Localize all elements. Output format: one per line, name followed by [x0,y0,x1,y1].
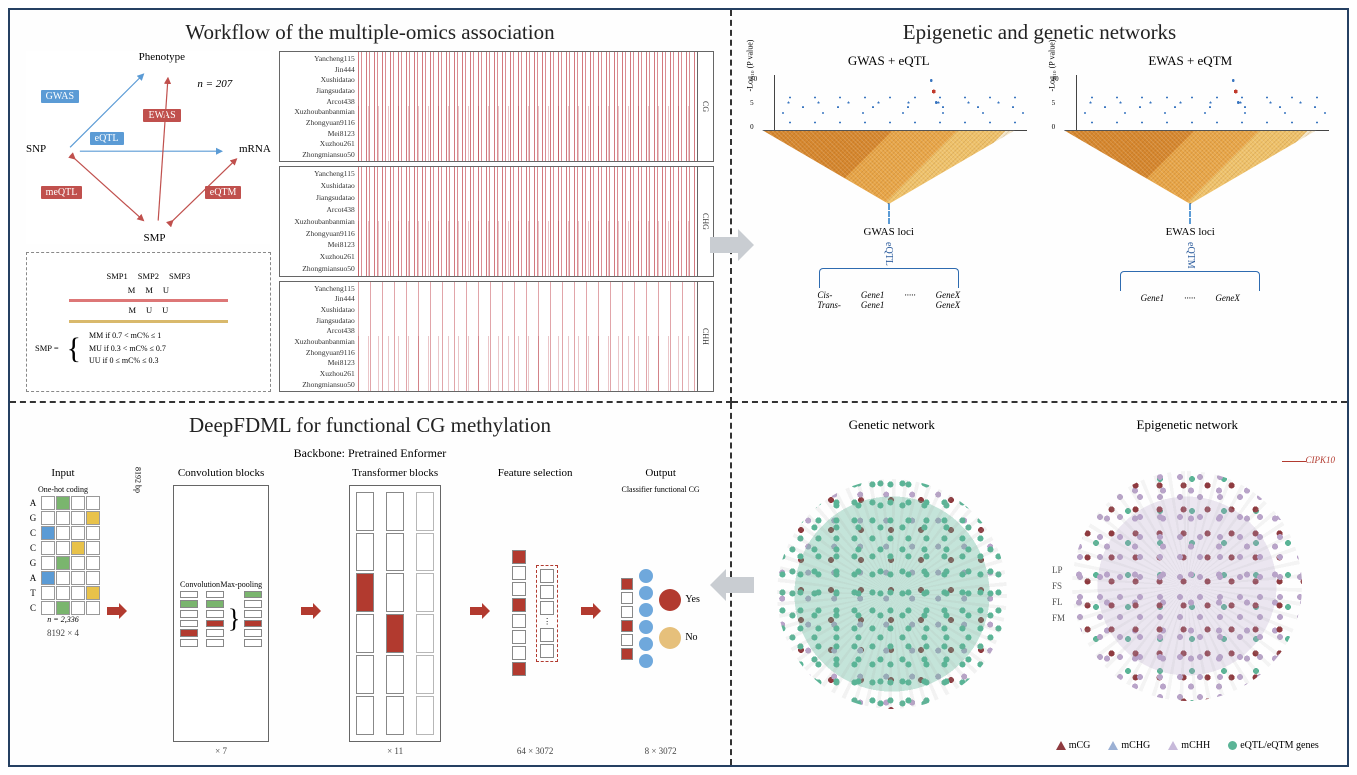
backbone-label: Backbone: Pretrained Enformer [26,446,714,461]
flow-arrow-icon [469,467,490,756]
workflow-arrows [26,51,271,244]
smp-encoding-box: SMP1 SMP2 SMP3 MMU MUU SMP = { MM if 0.7… [26,252,271,392]
panel-workflow: Workflow of the multiple-omics associati… [10,10,732,403]
flow-arrow-gray-icon [710,569,754,601]
flow-arrow-icon [300,467,321,756]
panel-networks-title: Epigenetic and genetic networks [748,20,1331,45]
panel-workflow-title: Workflow of the multiple-omics associati… [26,20,714,45]
figure-frame: { "panels": { "tl_title": "Workflow of t… [8,8,1349,767]
epigenetic-network [1072,471,1302,701]
flow-arrow-icon [580,467,601,756]
panel-deepfdml: DeepFDML for functional CG methylation B… [10,403,732,765]
panel-networks-bottom: Genetic network LP FS FL FM Epigenetic n… [732,403,1347,765]
gwas-ld-heatmap [762,130,1015,204]
ewas-col: EWAS + eQTM -Log₁₀ (P value) 1050 EWAS l… [1050,51,1332,392]
epigenetic-net-title: Epigenetic network [1137,417,1238,433]
flow-arrow-icon [106,467,127,756]
smp-col3: SMP3 [169,270,190,284]
genetic-net-title: Genetic network [849,417,935,433]
gwas-col: GWAS + eQTL -Log₁₀ (P value) 1050 GWAS l… [748,51,1030,392]
genetic-network [777,479,1007,709]
flow-arrow-gray-icon [710,229,754,261]
gwas-manhattan [774,75,1027,131]
smp-col2: SMP2 [138,270,159,284]
ewas-ld-heatmap [1064,130,1317,204]
workflow-schema: Phenotype n = 207 SNP mRNA SMP GWAS eQTL… [26,51,271,244]
panel-networks-top: Epigenetic and genetic networks GWAS + e… [732,10,1347,403]
cipk10-label: CIPK10 [1306,455,1336,465]
network-legend: mCG mCHG mCHH eQTL/eQTM genes [1056,740,1319,751]
methylation-tracks: Yancheng115Jin444XushidataoJiangsudataoA… [279,51,714,392]
smp-col1: SMP1 [106,270,127,284]
smp-label: SMP = [35,342,59,356]
ewas-manhattan [1076,75,1329,131]
one-hot-grid: A G C C G A T C [26,496,100,615]
panel-deepfdml-title: DeepFDML for functional CG methylation [26,413,714,438]
